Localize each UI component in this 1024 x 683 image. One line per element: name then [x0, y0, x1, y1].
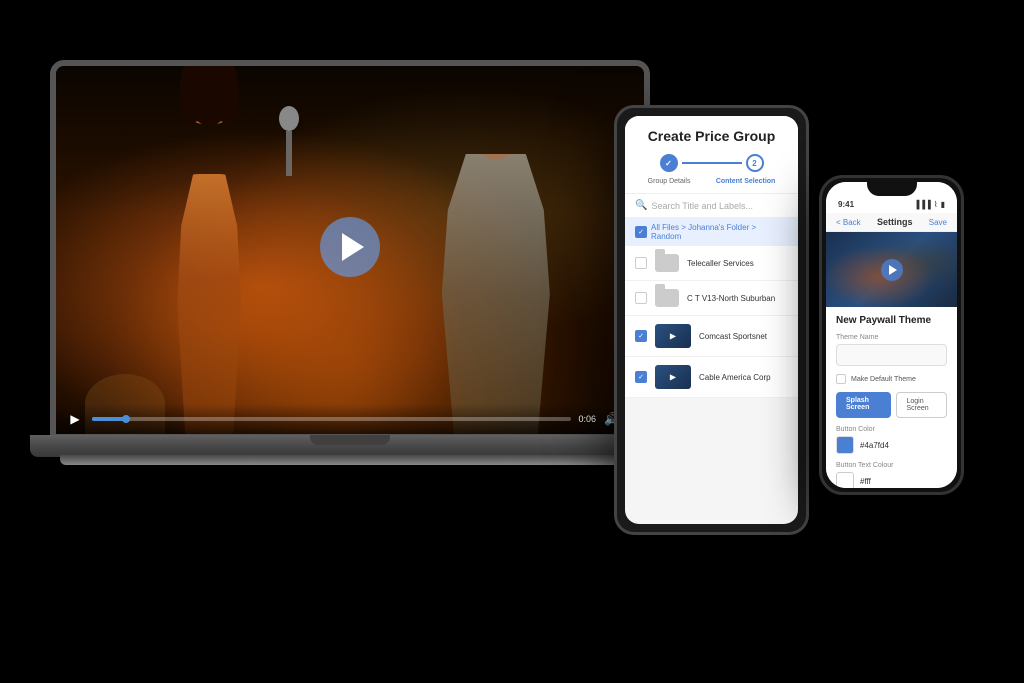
laptop-bottom-edge	[60, 455, 678, 465]
tablet-page-title: Create Price Group	[635, 128, 788, 144]
list-item: C T V13-North Suburban	[625, 281, 798, 316]
login-screen-button[interactable]: Login Screen	[896, 392, 948, 418]
step-1-circle: ✓	[660, 154, 678, 172]
file-checkbox-4[interactable]: ✓	[635, 371, 647, 383]
theme-name-input[interactable]	[836, 344, 947, 366]
step-1-label: Group Details	[648, 178, 691, 185]
list-item: Telecaller Services	[625, 246, 798, 281]
folder-icon	[655, 254, 679, 272]
laptop-notch	[310, 435, 390, 445]
scene: ▶ 0:06 🔊 ⛶ Create Price Group	[0, 0, 1024, 683]
step-progress-bar: ✓ 2	[635, 154, 788, 172]
signal-icon: ▐▐▐	[914, 200, 931, 209]
folder-icon	[655, 289, 679, 307]
wifi-icon: ⌇	[934, 200, 938, 209]
button-text-color-value: #fff	[860, 477, 871, 486]
button-color-label: Button Color	[836, 426, 947, 433]
phone-video-thumbnail	[826, 232, 957, 307]
tablet-file-list: Telecaller Services C T V13-North Suburb…	[625, 246, 798, 398]
laptop: ▶ 0:06 🔊 ⛶	[50, 60, 670, 480]
battery-icon: ▮	[941, 200, 945, 209]
file-checkbox-1[interactable]	[635, 257, 647, 269]
make-default-label: Make Default Theme	[851, 376, 916, 383]
file-name: Comcast Sportsnet	[699, 332, 767, 341]
status-time: 9:41	[838, 200, 854, 209]
file-checkbox-2[interactable]	[635, 292, 647, 304]
button-color-swatch: #4a7fd4	[836, 436, 947, 454]
status-icons: ▐▐▐ ⌇ ▮	[914, 200, 945, 209]
laptop-video-content: ▶ 0:06 🔊 ⛶	[56, 66, 644, 434]
step-2-circle: 2	[746, 154, 764, 172]
video-controls: ▶ 0:06 🔊 ⛶	[56, 404, 644, 434]
button-text-color-box[interactable]	[836, 472, 854, 488]
paywall-section-title: New Paywall Theme	[836, 315, 947, 326]
progress-dot	[122, 415, 130, 423]
phone-play-icon	[889, 265, 897, 275]
tablet-search-bar[interactable]: 🔍 Search Title and Labels...	[625, 194, 798, 218]
file-checkbox-3[interactable]: ✓	[635, 330, 647, 342]
phone-page-title: Settings	[877, 217, 913, 227]
step-connector	[682, 162, 742, 164]
video-time: 0:06	[579, 414, 597, 424]
splash-screen-button[interactable]: Splash Screen	[836, 392, 891, 418]
file-name: Telecaller Services	[687, 259, 754, 268]
phone-form-content: New Paywall Theme Theme Name Make Defaul…	[826, 307, 957, 488]
list-item: ✓ Cable America Corp	[625, 357, 798, 398]
phone-app-header: < Back Settings Save	[826, 213, 957, 232]
step-2-label: Content Selection	[716, 178, 776, 185]
button-text-color-swatch: #fff	[836, 472, 947, 488]
theme-name-label: Theme Name	[836, 334, 947, 341]
file-name: Cable America Corp	[699, 373, 771, 382]
step-labels: Group Details Content Selection	[635, 178, 788, 185]
button-color-value: #4a7fd4	[860, 441, 889, 450]
save-button[interactable]: Save	[929, 218, 947, 227]
button-color-box[interactable]	[836, 436, 854, 454]
search-input[interactable]: Search Title and Labels...	[651, 201, 753, 211]
select-all-checkbox[interactable]: ✓	[635, 226, 647, 238]
make-default-checkbox[interactable]	[836, 374, 846, 384]
list-item: ✓ Comcast Sportsnet	[625, 316, 798, 357]
video-play-button[interactable]: ▶	[66, 410, 84, 428]
phone-play-button[interactable]	[881, 259, 903, 281]
file-name: C T V13-North Suburban	[687, 294, 775, 303]
screen-type-buttons: Splash Screen Login Screen	[836, 392, 947, 418]
phone-screen: 9:41 ▐▐▐ ⌇ ▮ < Back Settings Save	[826, 182, 957, 488]
tablet-breadcrumb: ✓ All Files > Johanna's Folder > Random	[625, 218, 798, 246]
tablet-device: Create Price Group ✓ 2 Group Details Con…	[614, 105, 809, 535]
video-thumbnail	[655, 365, 691, 389]
back-button[interactable]: < Back	[836, 218, 861, 227]
video-progress-bar[interactable]	[92, 417, 571, 421]
video-thumbnail	[655, 324, 691, 348]
phone-device: 9:41 ▐▐▐ ⌇ ▮ < Back Settings Save	[819, 175, 964, 495]
make-default-row: Make Default Theme	[836, 374, 947, 384]
breadcrumb-path: All Files > Johanna's Folder > Random	[651, 223, 788, 241]
phone-notch	[867, 178, 917, 196]
tablet-screen: Create Price Group ✓ 2 Group Details Con…	[625, 116, 798, 524]
play-icon	[342, 233, 364, 261]
laptop-screen: ▶ 0:06 🔊 ⛶	[50, 60, 650, 440]
search-icon: 🔍	[635, 200, 647, 211]
button-text-color-label: Button Text Colour	[836, 462, 947, 469]
laptop-base	[30, 435, 670, 457]
tablet-header: Create Price Group ✓ 2 Group Details Con…	[625, 116, 798, 194]
play-button[interactable]	[320, 217, 380, 277]
